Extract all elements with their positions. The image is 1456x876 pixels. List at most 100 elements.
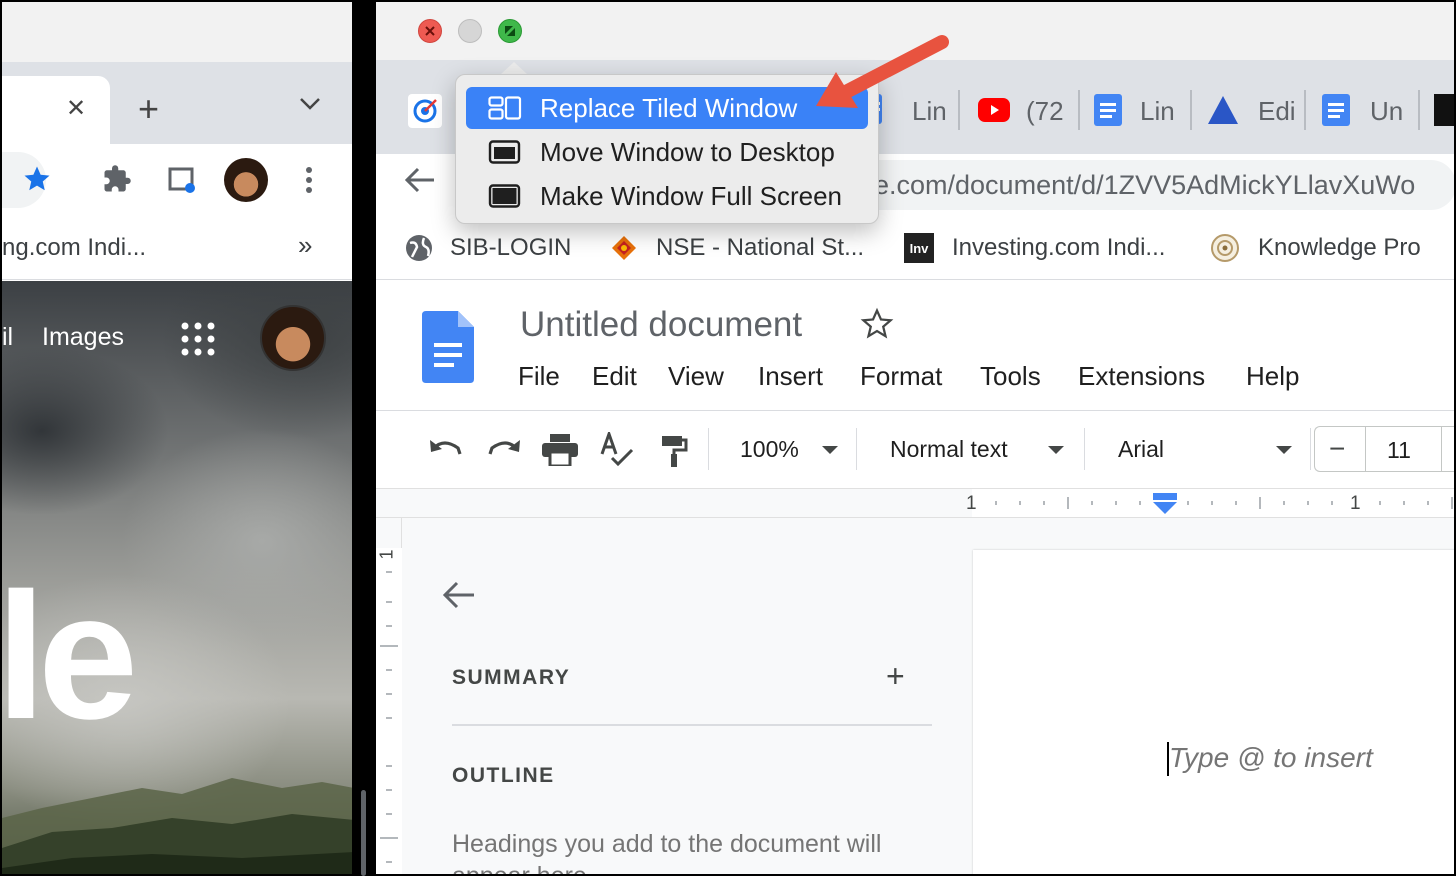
left-browser-window: ✕ + ng.com Indi... » il Images le	[0, 0, 352, 876]
vertical-ruler-ticks	[380, 571, 398, 863]
toolbar-divider	[1310, 428, 1311, 470]
outline-panel: SUMMARY + OUTLINE Headings you add to th…	[402, 518, 962, 876]
google-logo-fragment: le	[0, 556, 138, 757]
document-area: 1 SUMMARY + OUTLINE Headings you add to …	[376, 518, 1454, 876]
tab-docs-3[interactable]: Un	[1320, 90, 1420, 130]
google-account-avatar[interactable]	[260, 305, 326, 371]
menu-dots-icon[interactable]	[302, 164, 316, 201]
google-docs-logo-icon[interactable]	[422, 311, 474, 388]
left-tab-strip: ✕ +	[2, 62, 352, 144]
close-outline-arrow-icon[interactable]	[442, 580, 476, 615]
docs-toolbar: 100% Normal text Arial − 11	[376, 412, 1454, 488]
minimize-window-button[interactable]	[458, 19, 482, 43]
tab-label: (72	[1026, 96, 1064, 126]
menu-item-label: Make Window Full Screen	[540, 180, 842, 211]
spellcheck-icon[interactable]	[598, 429, 634, 473]
globe-icon	[404, 233, 434, 263]
menu-help[interactable]: Help	[1246, 361, 1299, 392]
close-tab-icon[interactable]: ✕	[66, 94, 86, 123]
font-size-stepper: − 11	[1314, 426, 1454, 472]
bookmark-item[interactable]: ng.com Indi...	[2, 234, 146, 262]
print-icon[interactable]	[542, 434, 578, 471]
menu-tools[interactable]: Tools	[980, 361, 1041, 392]
undo-icon[interactable]	[428, 436, 464, 467]
zoom-window-button[interactable]	[498, 19, 522, 43]
avatar[interactable]	[224, 158, 268, 202]
menu-item-label: Replace Tiled Window	[540, 92, 798, 123]
left-scrollbar-thumb[interactable]	[361, 790, 366, 876]
right-bookmarks-bar: SIB-LOGIN NSE - National St... Inv Inves…	[376, 216, 1454, 280]
ruler-number: 1	[1350, 493, 1361, 514]
bookmark-label: NSE - National St...	[656, 234, 865, 261]
vertical-ruler[interactable]: 1	[376, 518, 402, 874]
google-homepage-background: il Images le	[0, 281, 352, 874]
bookmark-investing[interactable]: Inv Investing.com Indi...	[904, 232, 1165, 264]
doc-title[interactable]: Untitled document	[520, 305, 802, 345]
document-page[interactable]: Type @ to insert	[973, 550, 1454, 874]
decrease-font-size-button[interactable]: −	[1329, 433, 1345, 465]
doc-placeholder: Type @ to insert	[1169, 742, 1373, 773]
tab-favicon-icon[interactable]	[1434, 94, 1454, 126]
zoom-select[interactable]: 100%	[740, 436, 799, 463]
font-dropdown-icon[interactable]	[1276, 446, 1292, 454]
make-window-full-screen-item[interactable]: Make Window Full Screen	[466, 175, 868, 217]
paint-format-icon[interactable]	[660, 434, 688, 473]
gmail-link[interactable]: il	[2, 323, 13, 352]
youtube-icon	[978, 98, 1010, 122]
outline-hint-continued: appear here.	[452, 862, 594, 876]
fullscreen-window-icon	[488, 184, 522, 208]
style-dropdown-icon[interactable]	[1048, 446, 1064, 454]
tab-label: Un	[1370, 96, 1404, 126]
star-icon[interactable]	[860, 307, 894, 346]
images-link[interactable]: Images	[42, 323, 124, 352]
tab-search-chevron-icon[interactable]	[298, 96, 322, 117]
bookmark-nse[interactable]: NSE - National St...	[610, 232, 864, 264]
menu-extensions[interactable]: Extensions	[1078, 361, 1205, 392]
font-select[interactable]: Arial	[1118, 436, 1164, 463]
triangle-icon	[1206, 94, 1240, 131]
tiled-window-icon	[488, 96, 522, 120]
extensions-puzzle-icon[interactable]	[102, 164, 132, 199]
menu-format[interactable]: Format	[860, 361, 942, 392]
media-control-icon[interactable]	[168, 166, 198, 201]
pinned-tab-target-icon[interactable]	[408, 94, 442, 128]
url-text: e.com/document/d/1ZVV5AdMickYLlavXuWo	[874, 170, 1416, 200]
redo-icon[interactable]	[486, 436, 522, 467]
outline-heading: OUTLINE	[452, 764, 555, 787]
apps-grid-icon[interactable]	[180, 321, 216, 362]
bookmark-knowledge-pro[interactable]: Knowledge Pro	[1210, 232, 1421, 264]
menu-insert[interactable]: Insert	[758, 361, 823, 392]
window-icon	[488, 140, 522, 164]
summary-heading: SUMMARY	[452, 666, 571, 689]
split-view-divider[interactable]	[352, 0, 376, 876]
close-window-button[interactable]	[418, 19, 442, 43]
menu-file[interactable]: File	[518, 361, 560, 392]
new-tab-button[interactable]: +	[138, 88, 159, 130]
outline-hint: Headings you add to the document will	[452, 830, 882, 858]
tab-triangle[interactable]: Edi	[1206, 90, 1306, 130]
back-arrow-icon[interactable]	[404, 166, 436, 199]
more-bookmarks-button[interactable]: »	[298, 230, 312, 261]
add-summary-button[interactable]: +	[886, 658, 905, 695]
horizontal-ruler[interactable]: 1 1	[376, 488, 1454, 520]
bookmark-label: SIB-LOGIN	[450, 234, 572, 261]
investing-icon: Inv	[904, 233, 934, 263]
tab-docs-2[interactable]: Lin	[1092, 90, 1192, 130]
annotation-arrow	[816, 35, 949, 108]
style-select[interactable]: Normal text	[890, 436, 1008, 463]
active-tab[interactable]: ✕	[2, 76, 110, 144]
indent-marker-icon[interactable]	[1152, 493, 1178, 520]
bookmark-sib-login[interactable]: SIB-LOGIN	[404, 232, 571, 264]
menu-edit[interactable]: Edit	[592, 361, 637, 392]
menu-view[interactable]: View	[668, 361, 724, 392]
left-title-bar	[2, 2, 352, 62]
tab-label: Lin	[1140, 96, 1175, 126]
summary-divider	[452, 724, 932, 726]
bookmark-label: Knowledge Pro	[1258, 234, 1421, 261]
zoom-dropdown-icon[interactable]	[822, 446, 838, 454]
move-window-to-desktop-item[interactable]: Move Window to Desktop	[466, 131, 868, 173]
tab-youtube[interactable]: (72	[976, 90, 1080, 130]
font-size-input[interactable]: 11	[1387, 437, 1411, 464]
tab-label: Edi	[1258, 96, 1296, 126]
bookmark-star-icon[interactable]	[22, 164, 52, 199]
